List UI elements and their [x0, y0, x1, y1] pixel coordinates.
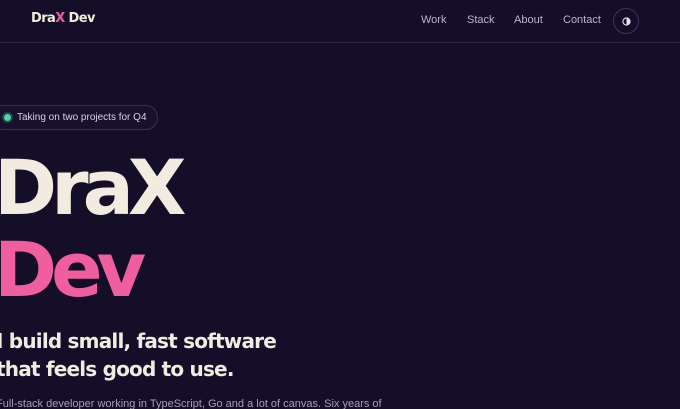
site-header: DraX Dev Work Stack About Contact — [0, 0, 680, 43]
nav-link-contact[interactable]: Contact — [563, 14, 601, 26]
nav-link-about[interactable]: About — [514, 14, 543, 26]
contrast-icon — [621, 16, 631, 26]
tagline-line1: I build small, fast software — [0, 329, 277, 353]
hero-tagline: I build small, fast software that feels … — [0, 327, 277, 383]
nav-link-stack[interactable]: Stack — [467, 14, 495, 26]
theme-toggle-button[interactable] — [613, 8, 639, 34]
logo-text-part1: Dra — [31, 11, 56, 26]
logo-text-accent: X — [55, 11, 65, 26]
hero-title-line2: Dev — [0, 225, 146, 314]
logo-text-part3: Dev — [64, 11, 96, 26]
availability-badge: Taking on two projects for Q4 — [0, 105, 158, 130]
hero-title-line1: DraX — [0, 143, 186, 232]
page: DraX Dev Work Stack About Contact Taking… — [0, 0, 680, 409]
site-logo[interactable]: DraX Dev — [31, 11, 95, 26]
intro-paragraph: Full-stack developer working in TypeScri… — [0, 398, 382, 409]
tagline-line2: that feels good to use. — [0, 357, 234, 381]
status-dot-icon — [4, 114, 11, 121]
nav-link-work[interactable]: Work — [421, 14, 446, 26]
availability-text: Taking on two projects for Q4 — [17, 112, 147, 123]
